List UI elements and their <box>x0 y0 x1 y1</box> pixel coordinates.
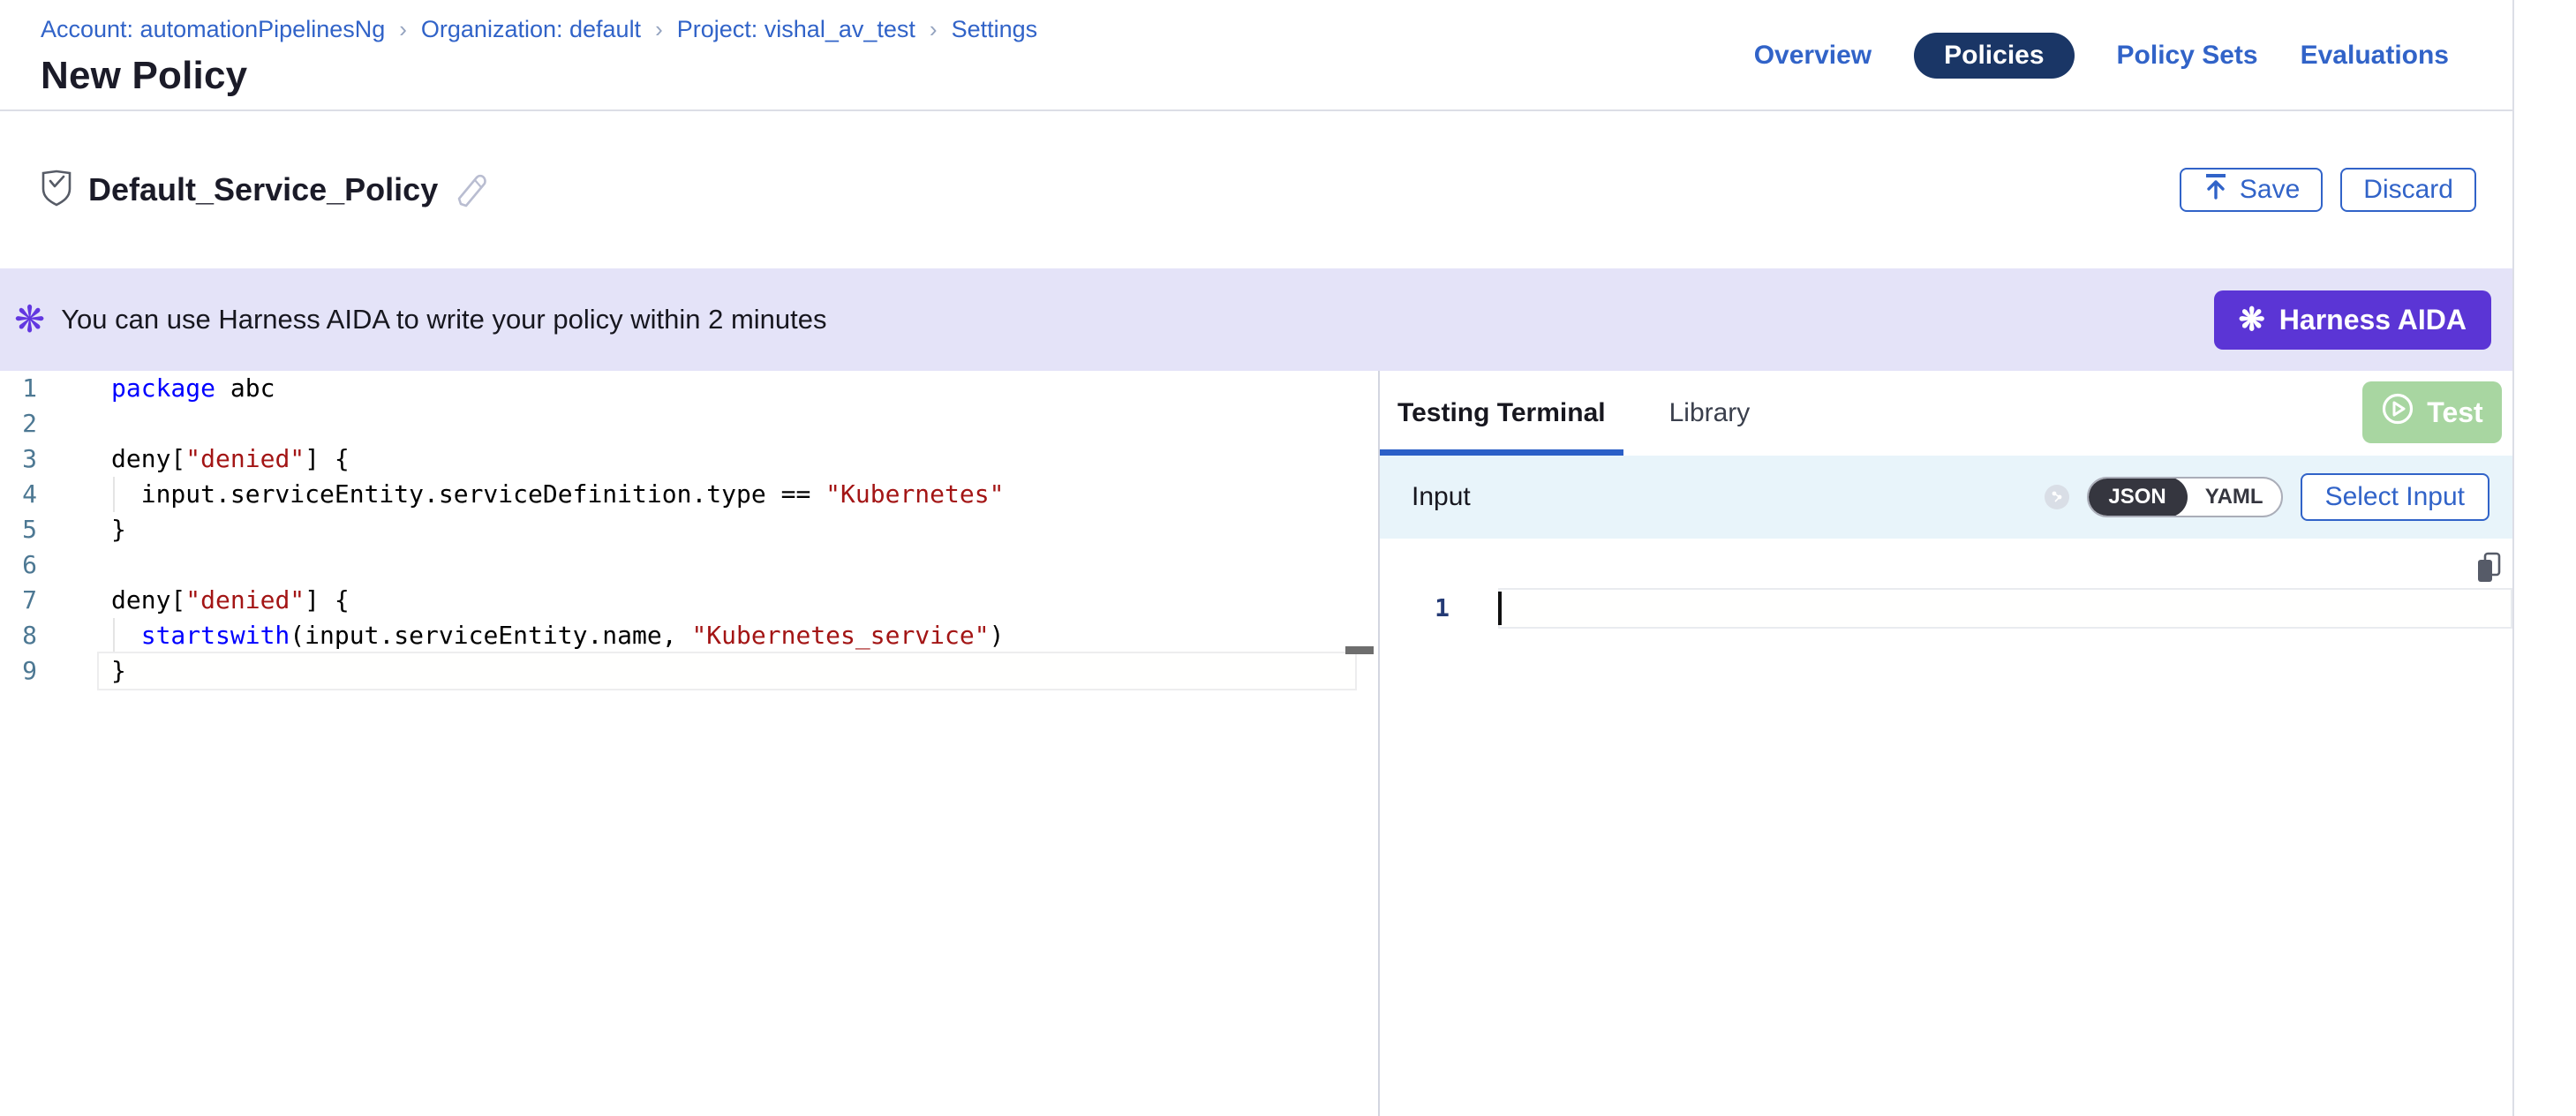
edit-pencil-icon[interactable] <box>454 172 487 207</box>
tab-library[interactable]: Library <box>1652 371 1768 456</box>
new-policy-page: Account: automationPipelinesNg › Organizat… <box>0 0 2576 1116</box>
tab-testing-terminal[interactable]: Testing Terminal <box>1380 371 1623 456</box>
tab-overview[interactable]: Overview <box>1754 41 1872 71</box>
line-number: 8 <box>0 618 37 653</box>
code-line-1: package abc <box>99 371 1355 406</box>
input-header: Input JSON YAML Select Input <box>1380 456 2512 539</box>
test-button-label: Test <box>2427 396 2482 429</box>
code-token-plain: } <box>111 656 126 685</box>
format-option-yaml[interactable]: YAML <box>2188 477 2281 517</box>
testing-panel: Testing Terminal Library Test Input <box>1380 371 2512 1116</box>
code-token-keyword: package <box>111 373 215 403</box>
line-number: 7 <box>0 583 37 618</box>
input-current-line-highlight <box>1498 588 2512 629</box>
breadcrumb: Account: automationPipelinesNg › Organizat… <box>41 16 1037 43</box>
format-toggle: JSON YAML <box>2087 477 2282 517</box>
breadcrumb-link[interactable]: Account: automationPipelinesNg <box>41 16 385 43</box>
policy-name: Default_Service_Policy <box>88 171 438 208</box>
testing-panel-tabs: Testing Terminal Library <box>1380 371 2512 456</box>
code-token-plain: deny[ <box>111 585 185 615</box>
tab-evaluations[interactable]: Evaluations <box>2301 41 2449 71</box>
code-line-3: deny["denied"] { <box>99 441 1355 477</box>
module-tabs: Overview Policies Policy Sets Evaluations <box>1754 0 2512 111</box>
content-right-edge <box>2512 0 2514 1116</box>
tab-policies[interactable]: Policies <box>1914 33 2074 79</box>
code-token-plain: (input.serviceEntity.name, <box>290 621 691 650</box>
code-token-plain <box>111 621 141 650</box>
line-number: 5 <box>0 512 37 547</box>
code-token-plain: ) <box>990 621 1005 650</box>
aida-flower-icon: ❋ <box>14 301 45 338</box>
shield-check-icon <box>41 170 72 211</box>
discard-button-label: Discard <box>2363 175 2453 205</box>
indent-guide <box>113 618 115 653</box>
breadcrumb-separator-icon: › <box>399 16 407 43</box>
code-line-9: } <box>99 653 1355 689</box>
line-number: 2 <box>0 406 37 441</box>
line-number: 4 <box>0 477 37 512</box>
entity-graph-icon <box>2045 485 2069 509</box>
text-cursor <box>1498 592 1502 625</box>
code-line-6 <box>99 547 1355 583</box>
code-line-2 <box>99 406 1355 441</box>
input-section-label: Input <box>1412 482 1471 512</box>
code-token-plain: } <box>111 515 126 544</box>
aida-banner: ❋ You can use Harness AIDA to write your… <box>0 268 2512 371</box>
rego-code-editor[interactable]: 123456789 package abcdeny["denied"] { in… <box>0 371 1378 1116</box>
breadcrumb-link[interactable]: Settings <box>952 16 1038 43</box>
save-button[interactable]: Save <box>2180 168 2323 212</box>
code-token-string: "Kubernetes_service" <box>691 621 989 650</box>
play-circle-icon <box>2381 392 2414 433</box>
page-header: Account: automationPipelinesNg › Organizat… <box>0 0 2512 111</box>
code-line-7: deny["denied"] { <box>99 583 1355 618</box>
code-token-plain: input.serviceEntity.serviceDefinition.ty… <box>111 479 825 509</box>
test-button[interactable]: Test <box>2362 381 2502 443</box>
code-line-8: startswith(input.serviceEntity.name, "Ku… <box>99 618 1355 653</box>
code-token-plain: ] { <box>305 585 350 615</box>
discard-button[interactable]: Discard <box>2340 168 2476 212</box>
page-title: New Policy <box>41 54 1037 98</box>
aida-flower-icon: ❋ <box>2239 304 2265 336</box>
upload-icon <box>2203 172 2229 207</box>
overview-ruler-cursor-marker <box>1345 646 1374 654</box>
line-number: 1 <box>0 371 37 406</box>
format-option-json[interactable]: JSON <box>2087 477 2187 517</box>
line-number: 9 <box>0 653 37 689</box>
code-token-plain: abc <box>215 373 275 403</box>
tab-policy-sets[interactable]: Policy Sets <box>2117 41 2258 71</box>
input-editor-line-number: 1 <box>1380 588 1450 629</box>
breadcrumb-link[interactable]: Organization: default <box>421 16 641 43</box>
line-number: 6 <box>0 547 37 583</box>
copy-icon[interactable] <box>2474 551 2504 589</box>
breadcrumb-separator-icon: › <box>930 16 938 43</box>
breadcrumb-link[interactable]: Project: vishal_av_test <box>677 16 915 43</box>
line-number: 3 <box>0 441 37 477</box>
code-token-string: "denied" <box>185 585 305 615</box>
code-token-keyword: startswith <box>141 621 290 650</box>
policy-toolbar: Default_Service_Policy Save Disca <box>0 111 2512 268</box>
code-line-5: } <box>99 512 1355 547</box>
select-input-button[interactable]: Select Input <box>2301 473 2489 521</box>
workspace: 123456789 package abcdeny["denied"] { in… <box>0 371 2512 1116</box>
harness-aida-button[interactable]: ❋ Harness AIDA <box>2214 290 2491 350</box>
breadcrumb-separator-icon: › <box>655 16 663 43</box>
save-button-label: Save <box>2240 175 2300 205</box>
code-token-plain: ] { <box>305 444 350 473</box>
code-token-string: "denied" <box>185 444 305 473</box>
harness-aida-button-label: Harness AIDA <box>2279 304 2467 336</box>
editor-code: package abcdeny["denied"] { input.servic… <box>99 371 1355 689</box>
code-token-plain: deny[ <box>111 444 185 473</box>
code-token-string: "Kubernetes" <box>825 479 1004 509</box>
indent-guide <box>113 477 115 512</box>
code-line-4: input.serviceEntity.serviceDefinition.ty… <box>99 477 1355 512</box>
editor-line-numbers: 123456789 <box>0 371 37 689</box>
aida-banner-message: You can use Harness AIDA to write your p… <box>61 304 826 336</box>
input-editor[interactable]: 1 <box>1380 539 2512 1116</box>
